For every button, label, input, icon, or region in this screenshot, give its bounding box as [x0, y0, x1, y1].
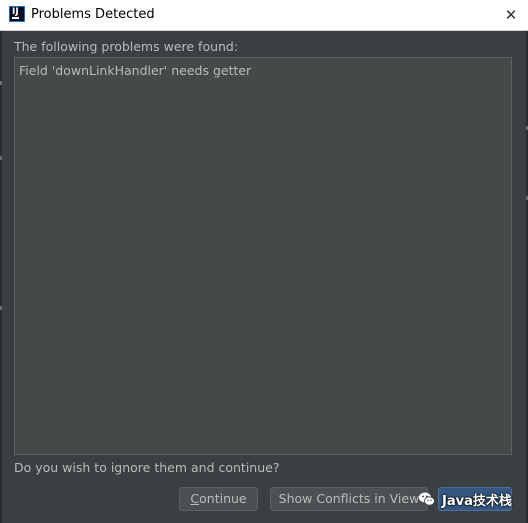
window-title: Problems Detected [31, 7, 155, 22]
show-conflicts-label: Show Conflicts in View [278, 491, 420, 506]
edge-marker [0, 156, 2, 160]
edge-marker [0, 306, 2, 310]
continue-button[interactable]: Continue [179, 487, 258, 511]
edge-marker [0, 81, 2, 85]
problems-list[interactable]: Field 'downLinkHandler' needs getter [14, 57, 512, 455]
problems-header: The following problems were found: [14, 39, 239, 54]
problems-detected-dialog: IJ Problems Detected ✕ The following pro… [0, 0, 528, 523]
close-icon: ✕ [504, 6, 518, 24]
continue-mnemonic: C [190, 491, 200, 506]
ignore-question: Do you wish to ignore them and continue? [14, 460, 280, 475]
close-button[interactable]: ✕ [494, 0, 528, 30]
cancel-button[interactable] [438, 487, 512, 511]
continue-label: ontinue [199, 491, 247, 506]
intellij-app-icon: IJ [9, 6, 25, 22]
show-conflicts-button[interactable]: Show Conflicts in View [270, 487, 428, 511]
problem-item[interactable]: Field 'downLinkHandler' needs getter [19, 62, 251, 79]
title-bar: IJ Problems Detected ✕ [0, 0, 528, 31]
left-edge [0, 31, 2, 523]
